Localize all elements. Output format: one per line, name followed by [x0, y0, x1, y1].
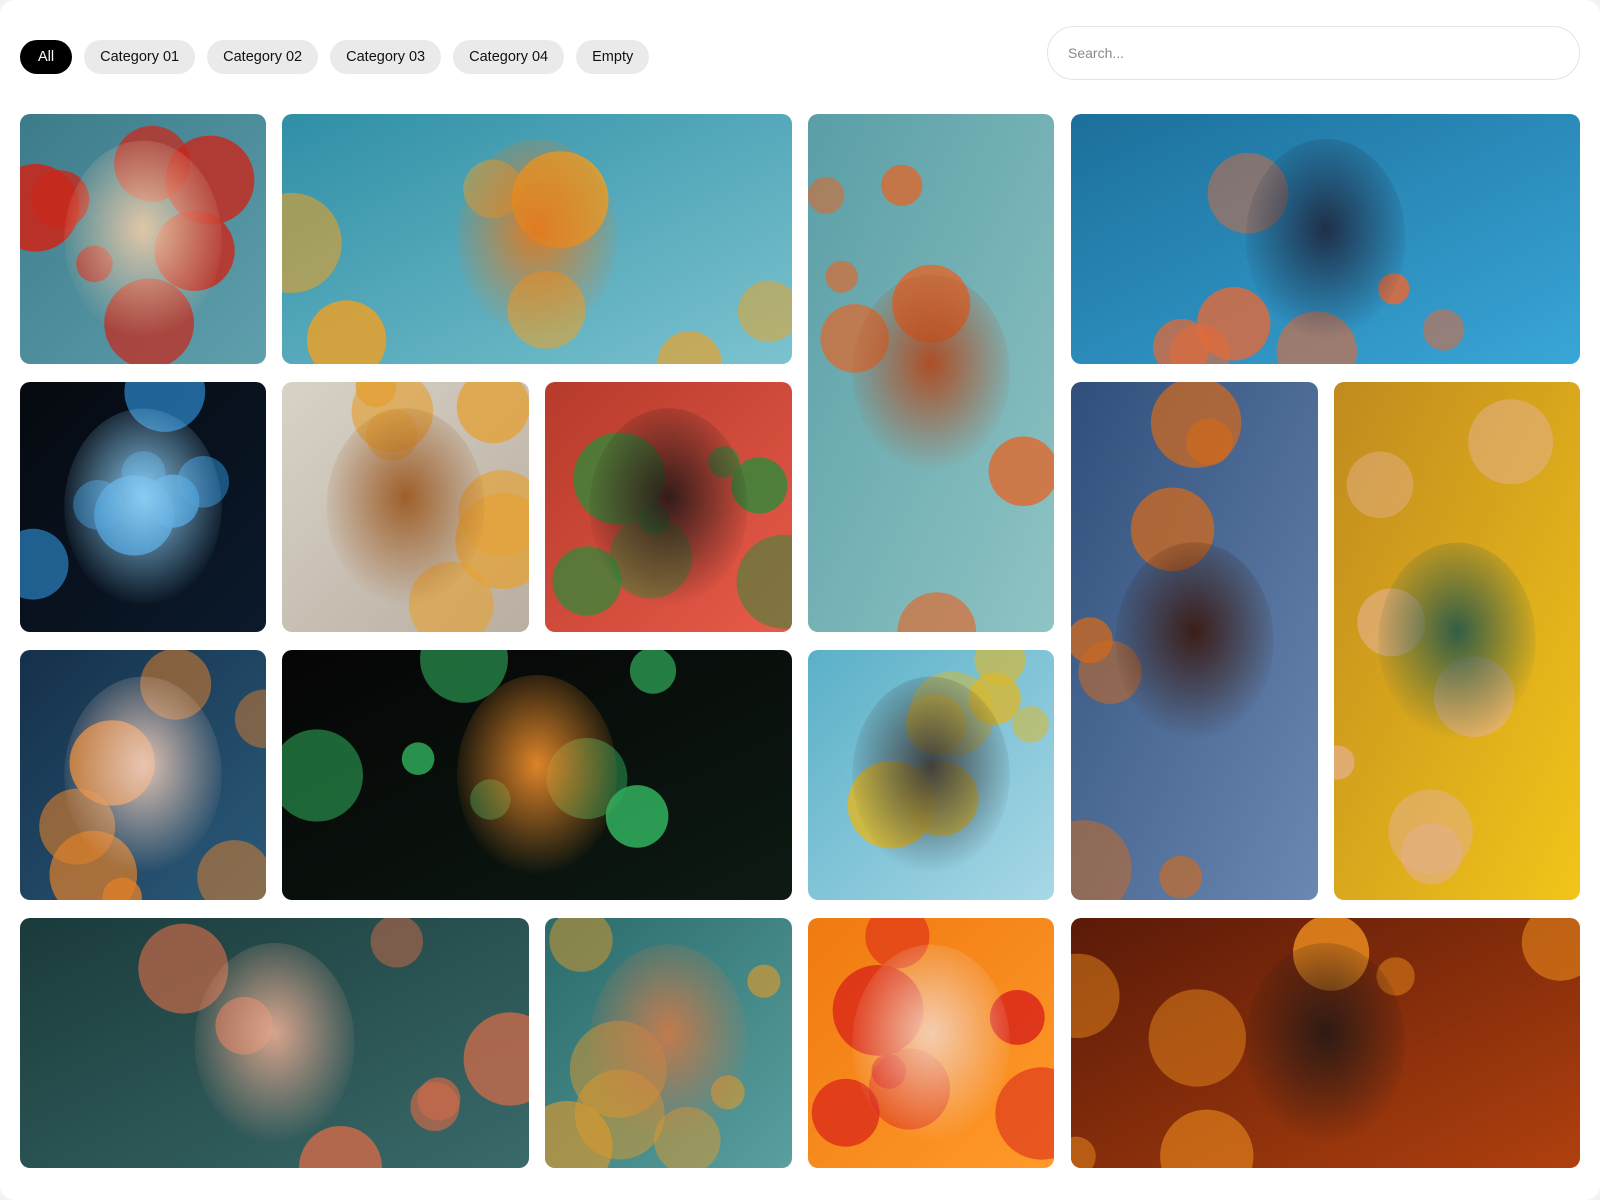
- artwork-thumbnail: [20, 382, 266, 632]
- artwork-thumbnail: [808, 918, 1054, 1168]
- gallery-image-vr-headset-explosion[interactable]: [1071, 114, 1580, 364]
- gallery-image-folk-doll-flower-crown[interactable]: [808, 114, 1054, 632]
- artwork-thumbnail: [808, 650, 1054, 900]
- artwork-thumbnail: [282, 114, 792, 364]
- filter-chip-category-01[interactable]: Category 01: [84, 40, 196, 74]
- search-input[interactable]: [1048, 27, 1579, 79]
- artwork-thumbnail: [282, 382, 529, 632]
- artwork-thumbnail: [1071, 918, 1580, 1168]
- artwork-thumbnail: [808, 114, 1054, 632]
- gallery-image-neon-particle-runner[interactable]: [282, 650, 792, 900]
- artwork-thumbnail: [1334, 382, 1580, 900]
- gallery-image-woman-with-parrot[interactable]: [545, 382, 792, 632]
- artwork-thumbnail: [20, 114, 266, 364]
- gallery-image-smiling-woman-oranges[interactable]: [808, 918, 1054, 1168]
- gallery-image-girl-underwater-oranges[interactable]: [282, 114, 792, 364]
- filter-chip-category-02[interactable]: Category 02: [207, 40, 319, 74]
- artwork-thumbnail: [282, 650, 792, 900]
- artwork-thumbnail: [20, 918, 529, 1168]
- gallery-image-mechanical-bee-city[interactable]: [808, 650, 1054, 900]
- gallery-image-flower-wreath-doll-portrait[interactable]: [20, 650, 266, 900]
- search-box: [1047, 26, 1580, 80]
- toolbar: All Category 01 Category 02 Category 03 …: [0, 0, 1600, 100]
- category-filter-bar: All Category 01 Category 02 Category 03 …: [20, 40, 650, 74]
- artwork-thumbnail: [1071, 114, 1580, 364]
- artwork-thumbnail: [545, 918, 792, 1168]
- artwork-thumbnail: [20, 650, 266, 900]
- filter-chip-category-03[interactable]: Category 03: [330, 40, 442, 74]
- filter-chip-empty[interactable]: Empty: [576, 40, 650, 74]
- gallery-image-crab-girl-portrait[interactable]: [20, 918, 529, 1168]
- artwork-thumbnail: [545, 382, 792, 632]
- gallery-image-glass-cube-city-lava[interactable]: [1071, 382, 1318, 900]
- gallery-image-cyber-girl-blue-glow[interactable]: [20, 382, 266, 632]
- filter-chip-category-04[interactable]: Category 04: [453, 40, 565, 74]
- gallery-image-flower-crown-yellow-portrait[interactable]: [1334, 382, 1580, 900]
- gallery-image-painted-face-bokeh[interactable]: [1071, 918, 1580, 1168]
- gallery-image-steampunk-goggles-pilot[interactable]: [282, 382, 529, 632]
- artwork-thumbnail: [1071, 382, 1318, 900]
- filter-chip-all[interactable]: All: [20, 40, 73, 74]
- gallery-image-portrait-red-cap-fish[interactable]: [20, 114, 266, 364]
- gallery-image-big-eyed-creature-doll[interactable]: [545, 918, 792, 1168]
- gallery-app: All Category 01 Category 02 Category 03 …: [0, 0, 1600, 1200]
